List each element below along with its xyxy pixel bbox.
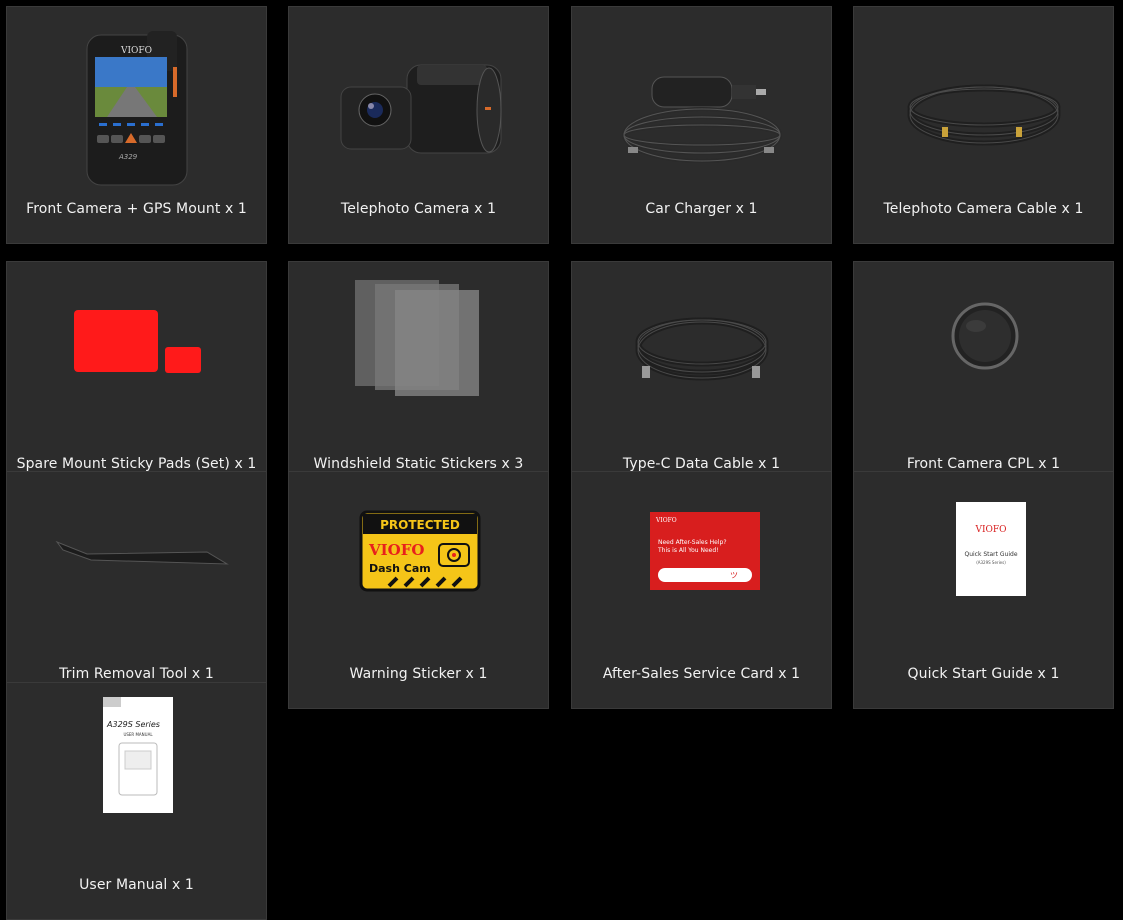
item-card-telephoto-camera[interactable]: Telephoto Camera x 1 <box>288 6 549 244</box>
item-label: Trim Removal Tool x 1 <box>59 666 214 682</box>
item-label: Telephoto Camera Cable x 1 <box>883 201 1084 217</box>
item-label: Type-C Data Cable x 1 <box>622 456 781 472</box>
item-label: Front Camera + GPS Mount x 1 <box>26 201 247 217</box>
cpl-filter-image <box>854 262 1113 452</box>
item-card-front-camera[interactable]: VIOFO A329 Front Camera + GPS Mount x 1 <box>6 6 267 244</box>
svg-text:Need After-Sales Help?: Need After-Sales Help? <box>658 539 727 546</box>
typec-cable-image <box>572 262 831 452</box>
item-card-trim-tool[interactable]: Trim Removal Tool x 1 <box>6 471 267 709</box>
user-manual-image: A329S Series USER MANUAL <box>7 683 266 873</box>
warning-sticker-image: PROTECTED VIOFO Dash Cam <box>289 472 548 662</box>
sticky-pads-image <box>7 262 266 452</box>
telephoto-camera-image <box>289 7 548 197</box>
svg-text:This is All You Need!: This is All You Need! <box>657 547 719 554</box>
item-card-user-manual[interactable]: A329S Series USER MANUAL User Manual x 1 <box>6 682 267 920</box>
quick-start-guide-image: VIOFO Quick Start Guide (A329S Series) <box>854 472 1113 662</box>
svg-text:A329: A329 <box>118 153 138 161</box>
svg-text:A329S Series: A329S Series <box>106 720 160 729</box>
item-card-warning-sticker[interactable]: PROTECTED VIOFO Dash Cam Warning Sticker… <box>288 471 549 709</box>
item-card-service-card[interactable]: VIOFO Need After-Sales Help? This is All… <box>571 471 832 709</box>
item-card-cpl[interactable]: Front Camera CPL x 1 <box>853 261 1114 499</box>
service-card-image: VIOFO Need After-Sales Help? This is All… <box>572 472 831 662</box>
svg-text:Quick Start Guide: Quick Start Guide <box>964 551 1017 558</box>
telephoto-cable-image <box>854 7 1113 197</box>
svg-text:USER MANUAL: USER MANUAL <box>123 732 153 737</box>
item-card-quick-start[interactable]: VIOFO Quick Start Guide (A329S Series) Q… <box>853 471 1114 709</box>
svg-text:PROTECTED: PROTECTED <box>380 518 460 532</box>
item-card-static-stickers[interactable]: Windshield Static Stickers x 3 <box>288 261 549 499</box>
svg-text:VIOFO: VIOFO <box>368 541 424 559</box>
item-label: After-Sales Service Card x 1 <box>602 666 801 682</box>
static-stickers-image <box>289 262 548 452</box>
item-label: Windshield Static Stickers x 3 <box>313 456 524 472</box>
svg-text:ツ: ツ <box>730 571 738 580</box>
item-card-typec-cable[interactable]: Type-C Data Cable x 1 <box>571 261 832 499</box>
svg-text:VIOFO: VIOFO <box>120 46 152 56</box>
item-label: Warning Sticker x 1 <box>349 666 488 682</box>
svg-text:VIOFO: VIOFO <box>974 525 1006 535</box>
item-label: Quick Start Guide x 1 <box>907 666 1060 682</box>
car-charger-image <box>572 7 831 197</box>
svg-text:VIOFO: VIOFO <box>655 517 677 524</box>
item-label: User Manual x 1 <box>79 877 194 893</box>
item-card-car-charger[interactable]: Car Charger x 1 <box>571 6 832 244</box>
item-label: Telephoto Camera x 1 <box>340 201 497 217</box>
trim-tool-image <box>7 472 266 662</box>
svg-text:(A329S Series): (A329S Series) <box>976 560 1006 565</box>
item-card-sticky-pads[interactable]: Spare Mount Sticky Pads (Set) x 1 <box>6 261 267 499</box>
item-label: Spare Mount Sticky Pads (Set) x 1 <box>16 456 257 472</box>
front-camera-image: VIOFO A329 <box>7 7 266 197</box>
item-label: Car Charger x 1 <box>645 201 758 217</box>
item-card-telephoto-cable[interactable]: Telephoto Camera Cable x 1 <box>853 6 1114 244</box>
item-label: Front Camera CPL x 1 <box>906 456 1061 472</box>
svg-text:Dash Cam: Dash Cam <box>369 562 431 575</box>
